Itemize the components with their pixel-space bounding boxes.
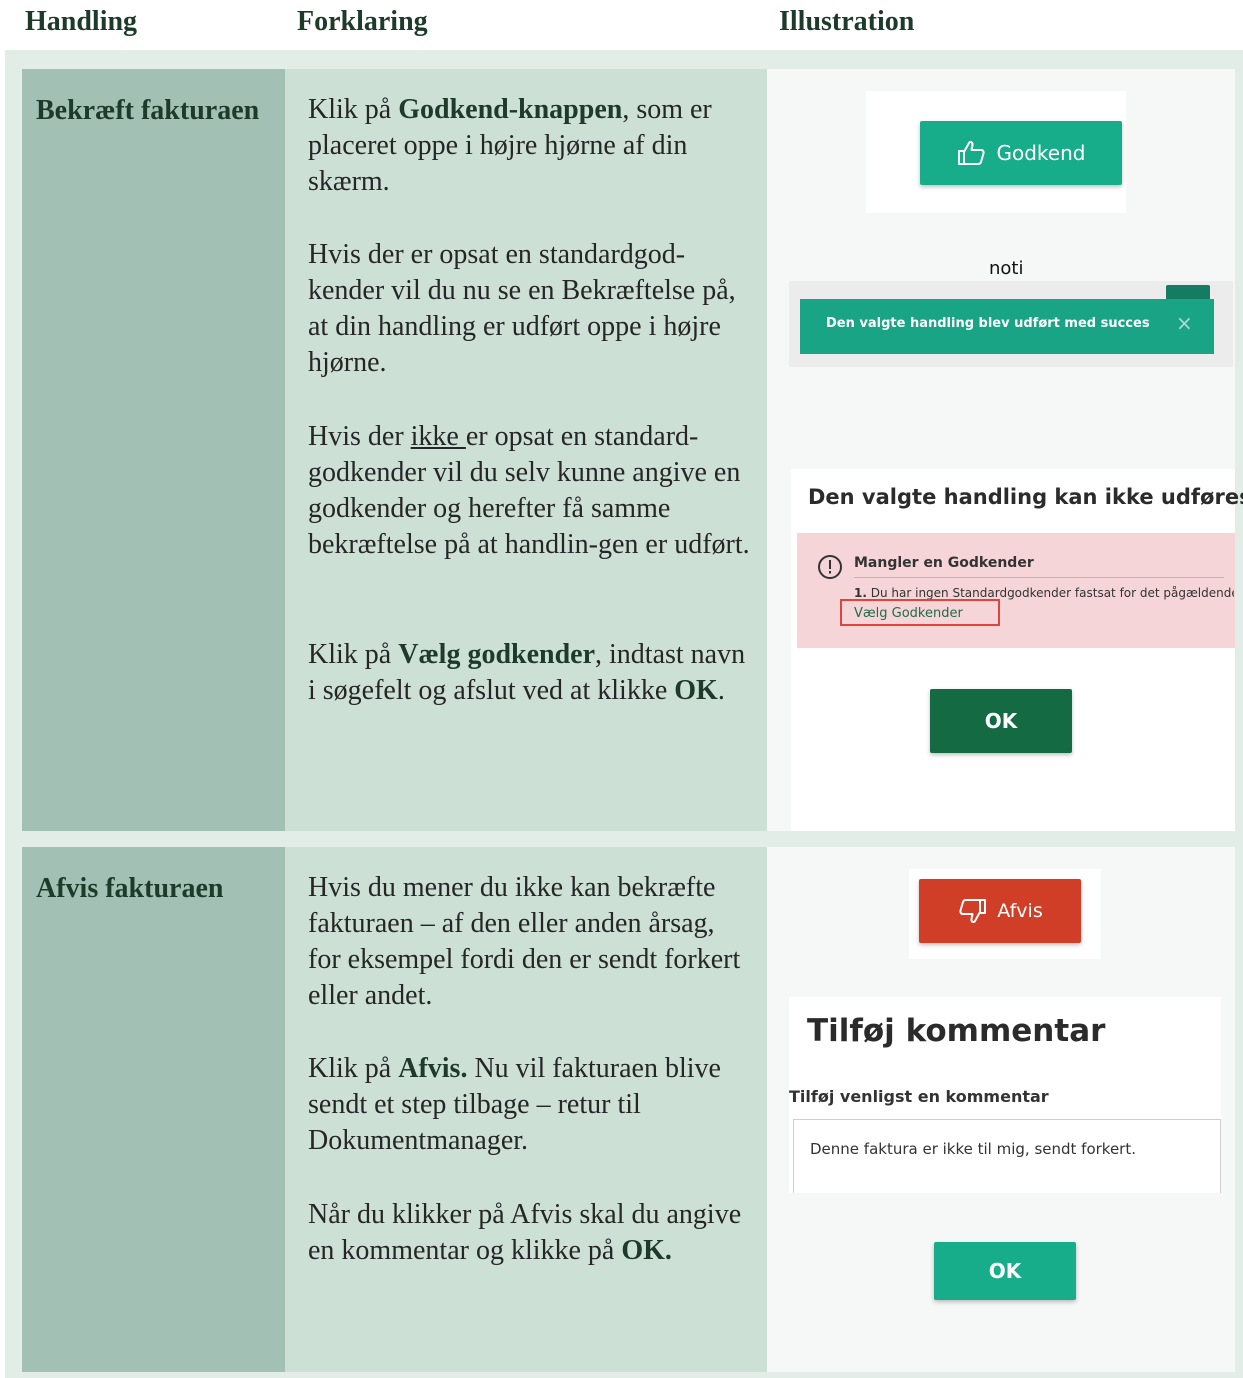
noti-label: noti <box>989 258 1024 279</box>
error-box: Mangler en Godkender 1. Du har ingen Sta… <box>797 533 1235 648</box>
comment-dialog-title: Tilføj kommentar <box>807 1013 1106 1049</box>
error-detail: 1. Du har ingen Standardgodkender fastsa… <box>854 586 1234 600</box>
reject-illustration: Afvis <box>909 869 1101 959</box>
ok-button[interactable]: OK <box>930 689 1072 753</box>
table-row-approve: Bekræft fakturaen Klik på Godkend-knappe… <box>22 69 1243 831</box>
explanation-paragraph: Hvis der ikke er opsat en standard-godke… <box>308 421 750 560</box>
ok-button[interactable]: OK <box>934 1242 1076 1300</box>
action-cell: Afvis fakturaen <box>22 847 285 1372</box>
explanation-paragraph: Klik på Godkend-knappen, som er placeret… <box>308 94 712 197</box>
comment-field[interactable]: Denne faktura er ikke til mig, sendt for… <box>793 1119 1221 1193</box>
explanation-cell: Klik på Godkend-knappen, som er placeret… <box>285 69 767 831</box>
toast-text: Den valgte handling blev udført med succ… <box>826 316 1150 331</box>
highlight-box <box>840 599 1000 626</box>
thumbs-up-icon <box>957 140 985 165</box>
comment-value: Denne faktura er ikke til mig, sendt for… <box>810 1140 1136 1158</box>
approve-illustration: Godkend <box>866 91 1126 213</box>
comment-dialog: Tilføj kommentar Tilføj venligst en komm… <box>789 997 1221 1193</box>
explanation-paragraph: Hvis der er opsat en standardgod-kender … <box>308 239 736 378</box>
explanation-cell: Hvis du mener du ikke kan bekræfte faktu… <box>285 847 767 1372</box>
thumbs-down-icon <box>959 899 987 924</box>
header-illustration: Illustration <box>779 6 915 37</box>
header-handling: Handling <box>25 6 138 37</box>
explanation-paragraph: Når du klikker på Afvis skal du angive e… <box>308 1199 742 1266</box>
table-header: Handling Forklaring Illustration <box>0 0 1243 50</box>
warning-icon <box>818 555 842 579</box>
action-title: Bekræft fakturaen <box>36 95 260 126</box>
success-toast: Den valgte handling blev udført med succ… <box>800 299 1214 354</box>
close-icon[interactable]: × <box>1176 311 1193 335</box>
illustration-cell: Afvis Tilføj kommentar Tilføj venligst e… <box>767 847 1235 1372</box>
approve-button-label: Godkend <box>996 141 1086 165</box>
reject-button-label: Afvis <box>997 900 1043 922</box>
explanation-paragraph: Klik på Vælg godkender, indtast navn i s… <box>308 639 746 706</box>
comment-label: Tilføj venligst en kommentar <box>789 1087 1049 1106</box>
illustration-cell: Godkend noti Den valgte handling blev ud… <box>767 69 1243 831</box>
toast-illustration: Den valgte handling blev udført med succ… <box>789 281 1233 367</box>
explanation-paragraph: Klik på Afvis. Nu vil fakturaen blive se… <box>308 1053 721 1156</box>
explanation-paragraph: Hvis du mener du ikke kan bekræfte faktu… <box>308 872 741 1011</box>
error-heading: Mangler en Godkender <box>854 555 1034 571</box>
table-row-reject: Afvis fakturaen Hvis du mener du ikke ka… <box>22 847 1235 1372</box>
reject-button[interactable]: Afvis <box>919 879 1081 943</box>
action-cell: Bekræft fakturaen <box>22 69 285 831</box>
error-title: Den valgte handling kan ikke udføres <box>808 485 1243 509</box>
approve-button[interactable]: Godkend <box>920 121 1122 185</box>
error-dialog: Den valgte handling kan ikke udføres Man… <box>791 469 1243 831</box>
header-forklaring: Forklaring <box>297 6 428 37</box>
action-title: Afvis fakturaen <box>36 873 224 904</box>
